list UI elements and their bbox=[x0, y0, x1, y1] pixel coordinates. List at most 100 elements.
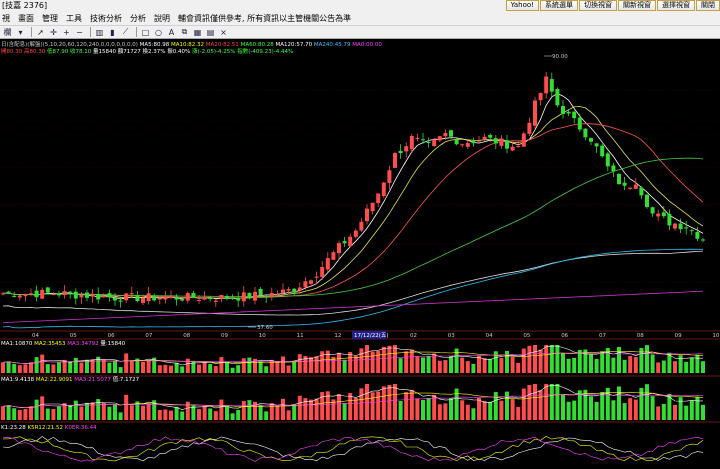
x-label: 05 bbox=[523, 333, 530, 339]
value-bar bbox=[544, 384, 549, 420]
value-bar bbox=[180, 411, 185, 420]
candle bbox=[269, 292, 274, 297]
volume-bar bbox=[572, 357, 577, 373]
menu-help[interactable]: 說明 bbox=[154, 12, 170, 25]
value-bar bbox=[426, 397, 431, 420]
volume-bar bbox=[471, 363, 476, 373]
candle bbox=[40, 289, 45, 299]
value-bar bbox=[437, 404, 442, 420]
circle-icon[interactable]: ○ bbox=[153, 27, 164, 37]
ohlc-info-6: 換2.37% bbox=[141, 47, 166, 55]
value-bar bbox=[538, 390, 543, 420]
bar-chart-icon[interactable]: ▥ bbox=[94, 27, 105, 37]
x-label: 07 bbox=[599, 333, 606, 339]
volume-label: MA1:10870 MA2:35453 MA3:34792 量:15840 bbox=[1, 340, 126, 347]
candle bbox=[135, 295, 140, 302]
rect-icon[interactable]: □ bbox=[140, 27, 151, 37]
candle bbox=[281, 289, 285, 293]
candle bbox=[29, 293, 33, 295]
candle bbox=[633, 184, 638, 189]
candle bbox=[482, 136, 487, 140]
menu-technical[interactable]: 技術分析 bbox=[90, 12, 122, 25]
volume-bar bbox=[320, 351, 325, 373]
candle bbox=[6, 291, 11, 293]
menu-manage[interactable]: 管理 bbox=[42, 12, 58, 25]
system-menu-button[interactable]: 系統選單 bbox=[540, 0, 578, 11]
value-info-2: MA3:21.5077 bbox=[72, 377, 111, 383]
volume-bar bbox=[678, 355, 683, 373]
plus-icon[interactable]: + bbox=[61, 27, 72, 37]
volume-bar bbox=[45, 364, 50, 373]
candle bbox=[499, 138, 504, 146]
line-chart-icon[interactable]: ⟋ bbox=[120, 27, 131, 37]
candle bbox=[1, 293, 5, 295]
volume-bar bbox=[493, 351, 498, 373]
candle bbox=[219, 295, 224, 299]
stock-chart[interactable]: 日(含配息)(解盤)(5,10,20,60,120,240,0,0,0,0,0,… bbox=[0, 39, 720, 469]
candle-icon[interactable]: ▮ bbox=[107, 27, 118, 37]
value-bar bbox=[286, 410, 291, 420]
candle bbox=[628, 187, 633, 189]
value-bar bbox=[460, 400, 465, 420]
arrow-icon[interactable]: ➚ bbox=[35, 27, 46, 37]
candle bbox=[325, 258, 330, 270]
menu-screen[interactable]: 畫面 bbox=[18, 12, 34, 25]
x-label: 10 bbox=[259, 333, 266, 339]
value-bar bbox=[163, 409, 168, 420]
volume-bar bbox=[555, 345, 560, 373]
volume-bar bbox=[465, 361, 470, 373]
candle bbox=[320, 266, 325, 277]
copy-icon[interactable]: ⧉ bbox=[179, 27, 190, 37]
candle bbox=[370, 202, 375, 212]
value-info-0: MA1:9.4138 bbox=[1, 377, 35, 383]
dropdown-icon[interactable]: ▾ bbox=[15, 27, 26, 37]
candle bbox=[359, 221, 364, 231]
candle bbox=[79, 295, 84, 298]
switch-window-button[interactable]: 切換視窗 bbox=[579, 0, 617, 11]
candle bbox=[381, 182, 386, 196]
volume-bar bbox=[309, 357, 313, 373]
volume-bar bbox=[633, 357, 638, 373]
candle bbox=[577, 117, 582, 130]
candle bbox=[314, 276, 319, 278]
menu-tools[interactable]: 工具 bbox=[66, 12, 82, 25]
volume-bar bbox=[460, 357, 465, 373]
volume-bar bbox=[566, 358, 571, 373]
candle bbox=[544, 76, 549, 94]
ohlc-info-7: 振0.40% bbox=[165, 47, 190, 55]
text-icon[interactable]: A bbox=[166, 27, 177, 37]
grid-icon[interactable]: ▦ bbox=[192, 27, 203, 37]
yahoo-button[interactable]: Yahoo! bbox=[505, 0, 539, 11]
volume-bar bbox=[561, 353, 565, 373]
new-window-button[interactable]: 關新視窗 bbox=[618, 0, 656, 11]
value-bar bbox=[1, 406, 5, 420]
value-bar bbox=[656, 406, 661, 420]
volume-bar bbox=[381, 346, 386, 373]
minus-icon[interactable]: − bbox=[74, 27, 85, 37]
volume-bar bbox=[241, 358, 246, 373]
candle bbox=[701, 239, 705, 241]
volume-bar bbox=[6, 361, 11, 373]
candle bbox=[152, 296, 157, 301]
volume-bar bbox=[477, 355, 481, 373]
value-bar bbox=[23, 408, 28, 420]
select-window-button[interactable]: 選擇視窗 bbox=[657, 0, 695, 11]
menu-view[interactable]: 視 bbox=[2, 12, 10, 25]
candle bbox=[85, 292, 89, 298]
value-bar bbox=[51, 408, 56, 420]
candle bbox=[169, 295, 173, 298]
value-bar bbox=[113, 404, 117, 420]
crosshair-icon[interactable]: ✛ bbox=[48, 27, 59, 37]
candle bbox=[191, 292, 196, 299]
close-icon[interactable]: × bbox=[218, 27, 229, 37]
close-window-button[interactable]: 關閉 bbox=[696, 0, 720, 11]
volume-bar bbox=[1, 362, 5, 373]
ohlc-info-8: 漲(-2.05)-4.25% bbox=[190, 47, 235, 55]
candle bbox=[684, 227, 689, 229]
ma-info-0: 日(含配息)(解盤)(5,10,20,60,120,240,0,0,0,0,0,… bbox=[1, 40, 138, 48]
menu-analysis[interactable]: 分析 bbox=[130, 12, 146, 25]
candle bbox=[594, 143, 599, 147]
value-bar bbox=[555, 384, 560, 420]
table-icon[interactable]: ▤ bbox=[205, 27, 216, 37]
toolbar-label[interactable]: 欄 bbox=[2, 27, 13, 37]
